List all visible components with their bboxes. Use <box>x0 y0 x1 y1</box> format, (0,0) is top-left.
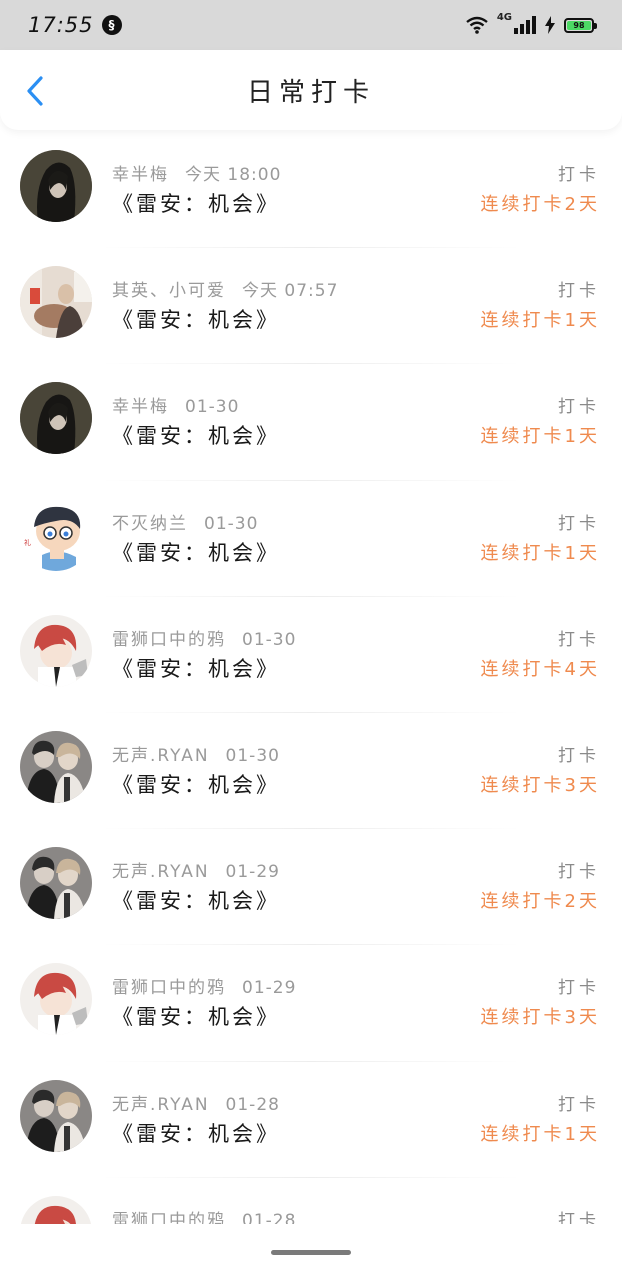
user-name[interactable]: 雷狮口中的鸦 <box>112 1211 226 1224</box>
entry-meta: 雷狮口中的鸦 01-29 <box>112 973 296 998</box>
avatar[interactable] <box>20 847 92 920</box>
avatar[interactable] <box>20 730 92 803</box>
checkin-item[interactable]: 礼 不灭纳兰 01-30 《雷安：机会》 打卡连续打卡1天 <box>0 481 622 597</box>
post-time: 今天 07:57 <box>242 281 339 302</box>
nav-header: 日常打卡 <box>0 50 622 130</box>
page-title: 日常打卡 <box>246 77 375 108</box>
post-time: 01-30 <box>242 629 297 650</box>
avatar[interactable] <box>20 150 92 222</box>
post-time: 01-30 <box>185 397 240 418</box>
user-name[interactable]: 其英、小可爱 <box>112 281 226 301</box>
svg-text:礼: 礼 <box>24 538 31 547</box>
avatar[interactable] <box>20 1079 92 1152</box>
signal-icon <box>514 16 536 34</box>
user-name[interactable]: 无声.RYAN <box>112 1095 210 1115</box>
avatar[interactable] <box>20 266 92 339</box>
book-title: 《雷安：机会》 <box>112 889 280 914</box>
checkin-tag: 打卡 <box>558 281 600 302</box>
entry-meta: 无声.RYAN 01-29 <box>112 857 280 882</box>
user-name[interactable]: 不灭纳兰 <box>112 514 188 534</box>
status-left: 17:55 § <box>28 13 122 37</box>
streak-label: 连续打卡3天 <box>480 774 600 796</box>
book-title: 《雷安：机会》 <box>112 772 280 797</box>
post-time: 01-30 <box>225 745 280 766</box>
streak-label: 连续打卡3天 <box>480 1007 600 1029</box>
avatar[interactable] <box>20 614 92 687</box>
user-name[interactable]: 无声.RYAN <box>112 746 210 766</box>
entry-meta: 雷狮口中的鸦 01-30 <box>112 625 296 650</box>
checkin-item[interactable]: 无声.RYAN 01-30 《雷安：机会》 打卡连续打卡3天 <box>0 713 622 830</box>
entry-meta: 雷狮口中的鸦 01-28 <box>112 1206 296 1224</box>
streak-label: 连续打卡1天 <box>480 310 600 332</box>
checkin-tag: 打卡 <box>558 862 600 883</box>
streak-label: 连续打卡4天 <box>480 658 600 680</box>
streak-label: 连续打卡2天 <box>480 194 600 215</box>
streak-label: 连续打卡1天 <box>480 542 600 564</box>
book-title: 《雷安：机会》 <box>112 656 280 681</box>
status-bar: 17:55 § 4G 98 <box>0 0 622 50</box>
streak-label: 连续打卡1天 <box>480 426 600 448</box>
book-title: 《雷安：机会》 <box>112 1005 280 1030</box>
avatar[interactable]: 礼 <box>20 498 92 571</box>
checkin-tag: 打卡 <box>558 745 600 766</box>
book-title: 《雷安：机会》 <box>112 192 280 216</box>
book-title: 《雷安：机会》 <box>112 424 280 449</box>
entry-meta: 其英、小可爱 今天 07:57 <box>112 276 338 301</box>
entry-meta: 幸半梅 今天 18:00 <box>112 160 281 185</box>
checkin-tag: 打卡 <box>558 629 600 650</box>
post-time: 01-29 <box>242 978 297 999</box>
charging-icon <box>545 16 555 34</box>
checkin-item[interactable]: 雷狮口中的鸦 01-29 《雷安：机会》 打卡连续打卡3天 <box>0 945 622 1062</box>
entry-meta: 无声.RYAN 01-28 <box>112 1090 280 1115</box>
post-time: 01-28 <box>225 1094 280 1115</box>
checkin-tag: 打卡 <box>558 1094 600 1115</box>
checkin-item[interactable]: 雷狮口中的鸦 01-30 《雷安：机会》 打卡连续打卡4天 <box>0 597 622 713</box>
user-name[interactable]: 幸半梅 <box>112 165 169 185</box>
checkin-item[interactable]: 幸半梅 今天 18:00 《雷安：机会》 打卡连续打卡2天 <box>0 132 622 249</box>
checkin-list: 幸半梅 今天 18:00 《雷安：机会》 打卡 连续打卡2天 其英、小可爱 今天 07:57… <box>0 132 622 1224</box>
entry-meta: 幸半梅 01-30 <box>112 392 239 417</box>
checkin-tag: 打卡 <box>558 165 600 185</box>
book-title: 《雷安：机会》 <box>112 308 280 333</box>
chevron-left-icon <box>27 76 43 106</box>
status-time: 17:55 <box>28 13 94 37</box>
battery-level: 98 <box>567 20 591 30</box>
checkin-tag: 打卡 <box>558 397 600 418</box>
book-title: 《雷安：机会》 <box>112 1121 280 1146</box>
entry-meta: 不灭纳兰 01-30 <box>112 509 258 534</box>
checkin-item[interactable]: 其英、小可爱 今天 07:57 《雷安：机会》 打卡连续打卡1天 <box>0 248 622 365</box>
status-right: 4G 98 <box>465 11 597 35</box>
checkin-item[interactable]: 无声.RYAN 01-28 《雷安：机会》 打卡连续打卡1天 <box>0 1062 622 1178</box>
checkin-item[interactable]: 无声.RYAN 01-29 《雷安：机会》 打卡连续打卡2天 <box>0 829 622 946</box>
entry-meta: 无声.RYAN 01-30 <box>112 741 280 766</box>
post-time: 01-30 <box>204 513 259 534</box>
app-notification-icon: § <box>101 15 122 35</box>
post-time: 今天 18:00 <box>185 165 282 185</box>
home-indicator[interactable] <box>271 1250 351 1255</box>
wifi-icon <box>466 16 488 34</box>
user-name[interactable]: 雷狮口中的鸦 <box>112 978 226 998</box>
checkin-item[interactable]: 雷狮口中的鸦 01-28 打卡 <box>0 1178 622 1224</box>
battery-icon: 98 <box>564 17 597 33</box>
network-type: 4G <box>496 11 512 23</box>
streak-label: 连续打卡1天 <box>480 1123 600 1145</box>
user-name[interactable]: 无声.RYAN <box>112 862 210 882</box>
checkin-tag: 打卡 <box>558 1210 600 1224</box>
checkin-tag: 打卡 <box>558 978 600 999</box>
book-title: 《雷安：机会》 <box>112 540 280 565</box>
checkin-tag: 打卡 <box>558 513 600 534</box>
checkin-item[interactable]: 幸半梅 01-30 《雷安：机会》 打卡连续打卡1天 <box>0 364 622 481</box>
streak-label: 连续打卡2天 <box>480 891 600 913</box>
avatar[interactable] <box>20 963 92 1036</box>
avatar[interactable] <box>20 382 92 455</box>
post-time: 01-28 <box>242 1210 297 1224</box>
post-time: 01-29 <box>225 862 280 883</box>
avatar[interactable] <box>20 1195 92 1224</box>
back-button[interactable] <box>18 74 52 108</box>
user-name[interactable]: 雷狮口中的鸦 <box>112 630 226 650</box>
user-name[interactable]: 幸半梅 <box>112 397 169 417</box>
